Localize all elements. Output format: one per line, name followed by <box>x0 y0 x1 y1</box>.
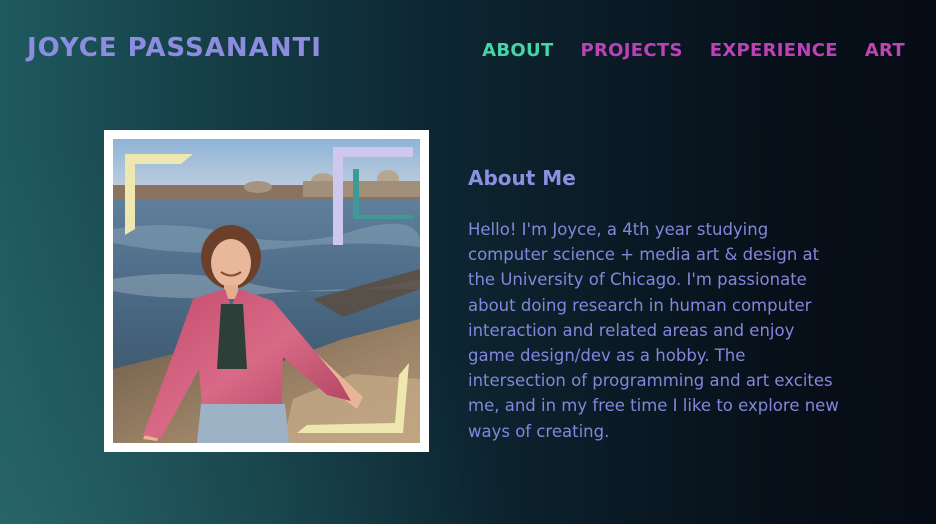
about-paragraph: Hello! I'm Joyce, a 4th year studying co… <box>468 220 839 441</box>
about-heading: About Me <box>468 166 576 190</box>
portrait-photo-illustration <box>113 139 420 443</box>
main-nav: ABOUT PROJECTS EXPERIENCE ART <box>482 40 905 61</box>
nav-projects[interactable]: PROJECTS <box>581 40 683 61</box>
site-title[interactable]: JOYCE PASSANANTI <box>27 33 322 63</box>
nav-experience[interactable]: EXPERIENCE <box>710 40 838 61</box>
profile-photo <box>113 139 420 443</box>
nav-about[interactable]: ABOUT <box>482 40 553 61</box>
nav-art[interactable]: ART <box>865 40 905 61</box>
profile-photo-frame <box>104 130 429 452</box>
